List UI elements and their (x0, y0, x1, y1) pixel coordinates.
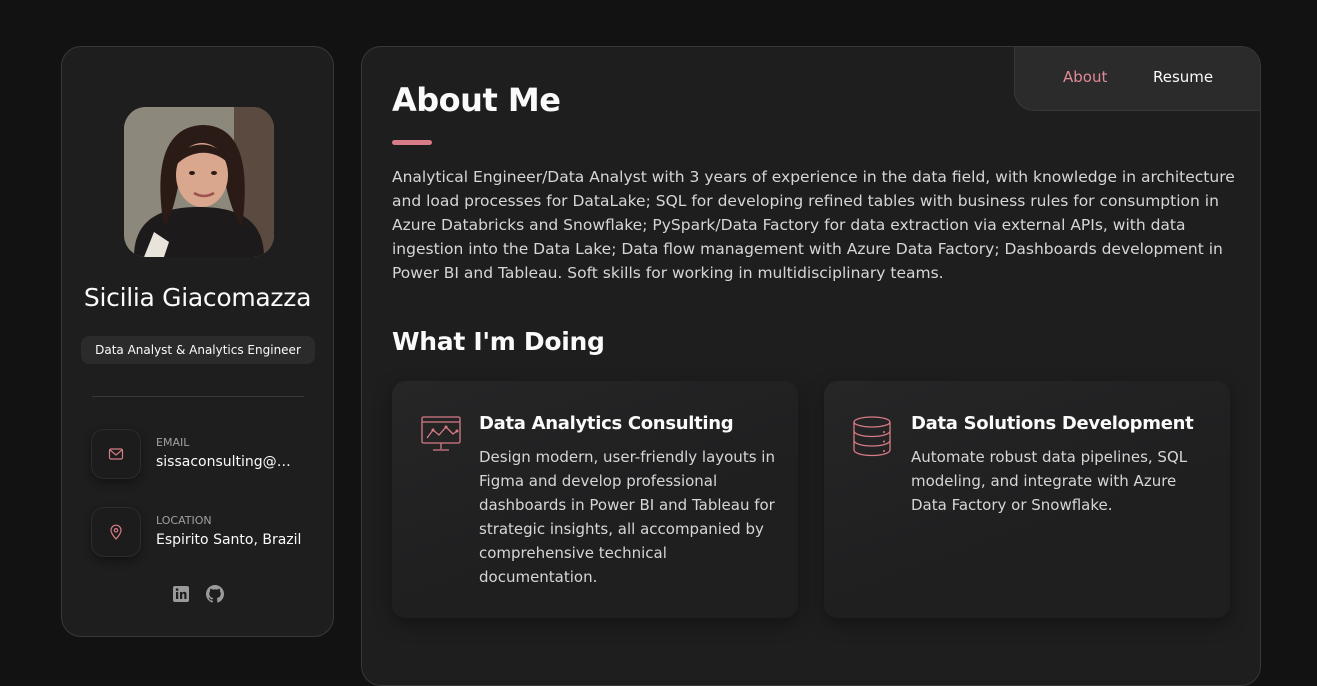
about-text: Analytical Engineer/Data Analyst with 3 … (392, 168, 1235, 282)
dashboard-monitor-icon (420, 415, 464, 459)
service-card: Data Solutions Development Automate robu… (824, 381, 1230, 618)
contact-email-label: Email (156, 436, 190, 449)
contact-location-value: Espirito Santo, Brazil (156, 532, 302, 548)
about-heading: About Me (392, 81, 561, 119)
database-icon (852, 415, 896, 459)
contact-email: Email sissaconsulting@gmail.com (92, 430, 312, 478)
sidebar: Sicilia Giacomazza Data Analyst & Analyt… (61, 46, 334, 637)
service-card: Data Analytics Consulting Design modern,… (392, 381, 798, 618)
top-navbar: About Resume (1014, 47, 1260, 111)
contact-location-label: Location (156, 514, 212, 527)
sidebar-separator (92, 396, 304, 397)
heading-underline (392, 140, 432, 145)
social-links (62, 585, 333, 603)
services-heading: What I'm Doing (392, 327, 605, 356)
github-icon[interactable] (205, 585, 224, 603)
service-title: Data Solutions Development (911, 413, 1194, 434)
avatar-photo (124, 107, 274, 257)
avatar (124, 107, 274, 257)
linkedin-icon[interactable] (172, 585, 190, 603)
service-title: Data Analytics Consulting (479, 413, 734, 434)
contact-location: Location Espirito Santo, Brazil (92, 508, 312, 556)
map-pin-icon (92, 508, 140, 556)
service-text: Design modern, user-friendly layouts in … (479, 448, 775, 586)
profile-name: Sicilia Giacomazza (83, 283, 312, 312)
nav-resume[interactable]: Resume (1153, 68, 1213, 86)
service-text: Automate robust data pipelines, SQL mode… (911, 448, 1188, 514)
contact-email-link[interactable]: sissaconsulting@gmail.com (156, 454, 296, 470)
nav-about[interactable]: About (1063, 68, 1107, 86)
main-panel: About Resume About Me Analytical Enginee… (361, 46, 1261, 686)
profile-title-badge: Data Analyst & Analytics Engineer (81, 336, 315, 364)
mail-icon (92, 430, 140, 478)
